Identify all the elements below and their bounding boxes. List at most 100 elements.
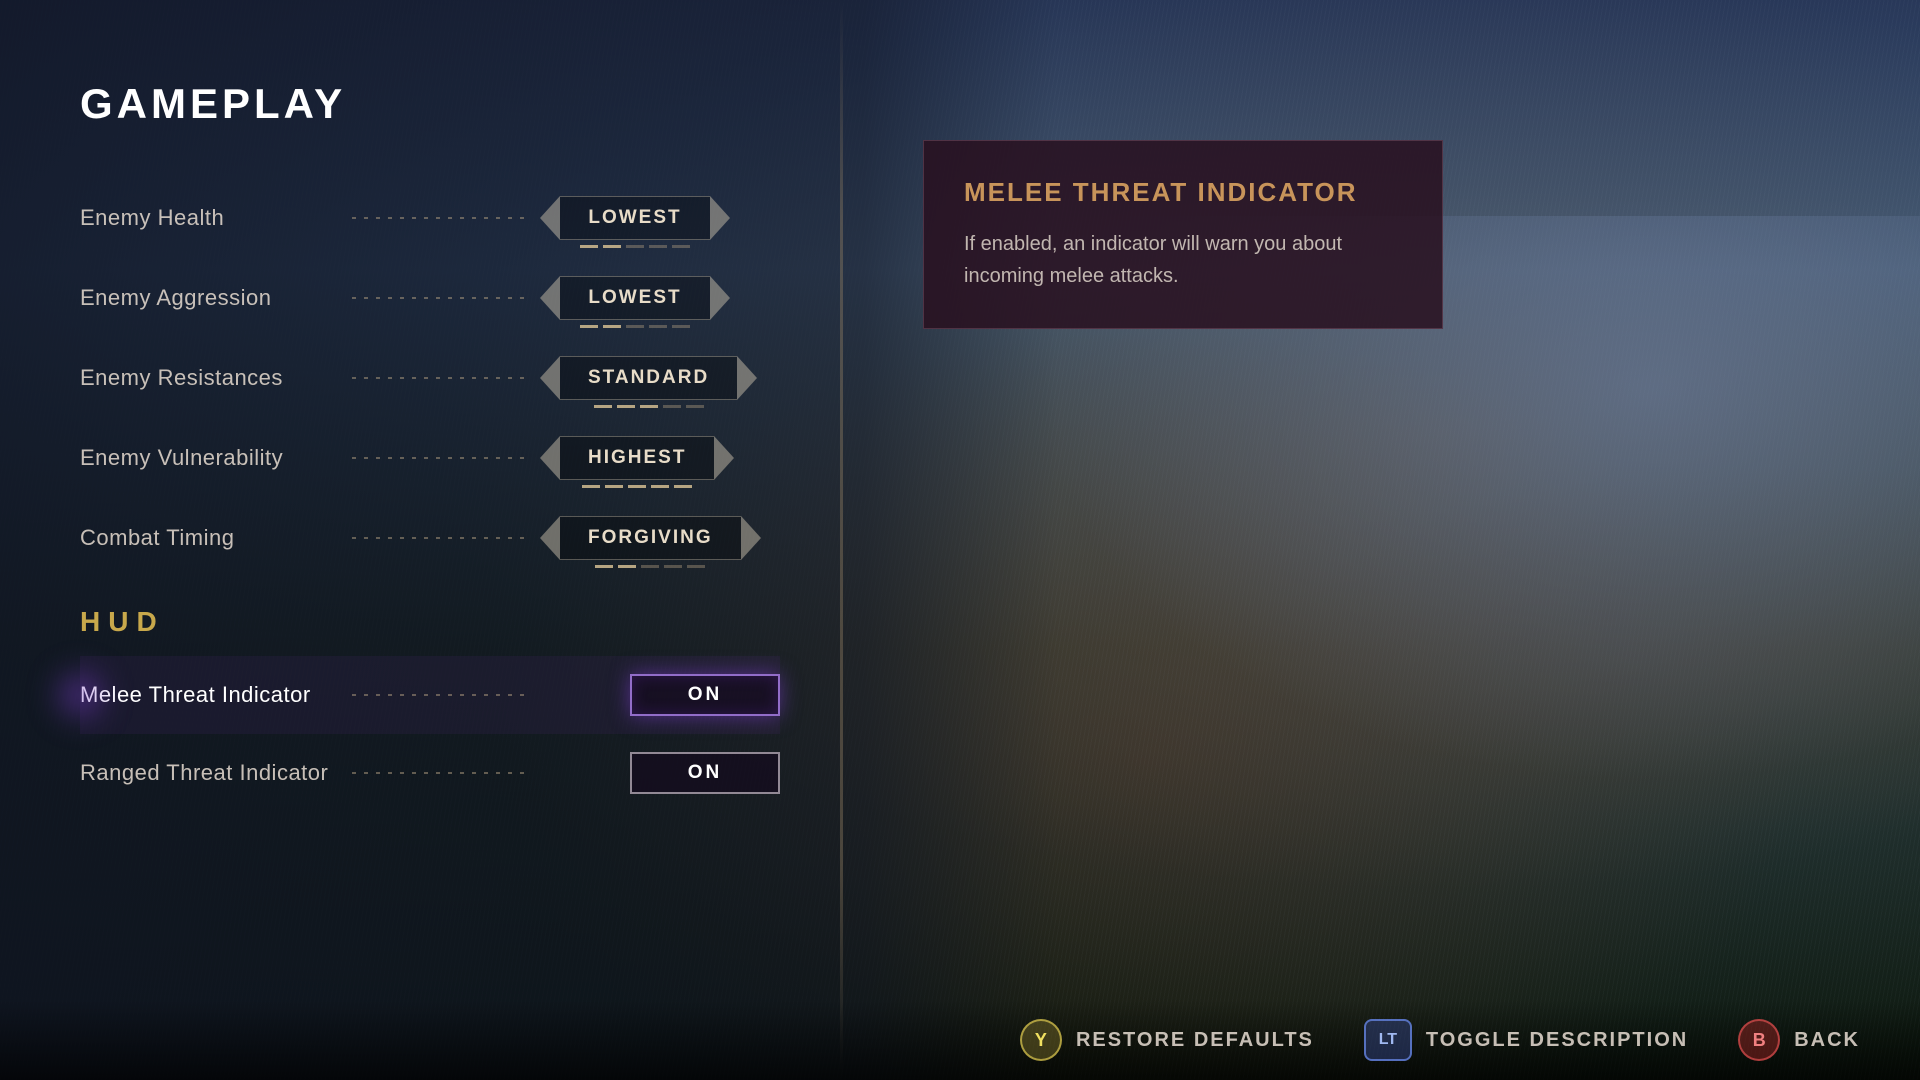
- enemy-aggression-arrow-left[interactable]: [540, 276, 560, 320]
- dots-enemy-health: [352, 217, 528, 219]
- dot: [580, 245, 598, 248]
- enemy-health-wrapper: LOWEST: [540, 196, 730, 240]
- dot: [595, 565, 613, 568]
- enemy-vulnerability-label: Enemy Vulnerability: [80, 445, 340, 471]
- ranged-threat-toggle[interactable]: ON: [630, 752, 780, 794]
- dot: [663, 405, 681, 408]
- dots-enemy-vulnerability: [352, 457, 528, 459]
- dots-enemy-resistances: [352, 377, 528, 379]
- back-label: BACK: [1794, 1029, 1860, 1052]
- enemy-resistances-value: STANDARD: [560, 356, 737, 400]
- dot: [687, 565, 705, 568]
- description-text: If enabled, an indicator will warn you a…: [964, 228, 1402, 292]
- setting-row-enemy-aggression[interactable]: Enemy Aggression LOWEST: [80, 258, 780, 338]
- right-panel: MELEE THREAT INDICATOR If enabled, an in…: [843, 0, 1920, 1080]
- enemy-health-arrow-left[interactable]: [540, 196, 560, 240]
- dot: [603, 325, 621, 328]
- main-layout: GAMEPLAY Enemy Health LOWEST: [0, 0, 1920, 1080]
- y-button-icon: Y: [1020, 1019, 1062, 1061]
- dot: [628, 485, 646, 488]
- settings-list: Enemy Health LOWEST: [80, 178, 780, 980]
- enemy-resistances-arrow-left[interactable]: [540, 356, 560, 400]
- enemy-health-value: LOWEST: [560, 196, 710, 240]
- back-action[interactable]: B BACK: [1738, 1019, 1860, 1061]
- setting-row-ranged-threat[interactable]: Ranged Threat Indicator ON: [80, 734, 780, 812]
- toggle-description-label: TOGGLE DESCRIPTION: [1426, 1029, 1688, 1052]
- melee-threat-toggle-wrapper[interactable]: ON: [540, 674, 780, 716]
- dot: [640, 405, 658, 408]
- dots-ranged-threat: [352, 772, 528, 774]
- dot: [603, 245, 621, 248]
- enemy-vulnerability-arrow-left[interactable]: [540, 436, 560, 480]
- dot: [664, 565, 682, 568]
- description-card: MELEE THREAT INDICATOR If enabled, an in…: [923, 140, 1443, 329]
- ranged-threat-toggle-wrapper[interactable]: ON: [540, 752, 780, 794]
- enemy-aggression-value: LOWEST: [560, 276, 710, 320]
- dot: [626, 325, 644, 328]
- combat-timing-label: Combat Timing: [80, 525, 340, 551]
- hud-section-header: HUD: [80, 578, 780, 656]
- dot: [594, 405, 612, 408]
- setting-row-combat-timing[interactable]: Combat Timing FORGIVING: [80, 498, 780, 578]
- dot: [626, 245, 644, 248]
- dot: [649, 245, 667, 248]
- enemy-health-label: Enemy Health: [80, 205, 340, 231]
- ranged-threat-label: Ranged Threat Indicator: [80, 760, 340, 786]
- melee-threat-label: Melee Threat Indicator: [80, 682, 340, 708]
- combat-timing-arrow-right[interactable]: [741, 516, 761, 560]
- dots-enemy-aggression: [352, 297, 528, 299]
- active-glow-aura: [50, 665, 110, 725]
- b-button-icon: B: [1738, 1019, 1780, 1061]
- lt-button-icon: LT: [1364, 1019, 1412, 1061]
- enemy-health-control[interactable]: LOWEST: [540, 196, 780, 240]
- dot: [672, 245, 690, 248]
- enemy-resistances-control[interactable]: STANDARD: [540, 356, 780, 400]
- enemy-aggression-arrow-right[interactable]: [710, 276, 730, 320]
- combat-timing-control[interactable]: FORGIVING: [540, 516, 780, 560]
- enemy-aggression-indicators: [580, 325, 690, 328]
- bottom-bar: Y RESTORE DEFAULTS LT TOGGLE DESCRIPTION…: [0, 1000, 1920, 1080]
- dot: [672, 325, 690, 328]
- dot: [580, 325, 598, 328]
- left-panel: GAMEPLAY Enemy Health LOWEST: [0, 0, 840, 1080]
- restore-defaults-label: RESTORE DEFAULTS: [1076, 1029, 1314, 1052]
- enemy-vulnerability-control[interactable]: HIGHEST: [540, 436, 780, 480]
- setting-row-melee-threat[interactable]: Melee Threat Indicator ON: [80, 656, 780, 734]
- dot: [618, 565, 636, 568]
- dot: [674, 485, 692, 488]
- dot: [649, 325, 667, 328]
- dot: [641, 565, 659, 568]
- dot: [686, 405, 704, 408]
- setting-row-enemy-health[interactable]: Enemy Health LOWEST: [80, 178, 780, 258]
- combat-timing-indicators: [595, 565, 705, 568]
- enemy-resistances-indicators: [594, 405, 704, 408]
- restore-defaults-action[interactable]: Y RESTORE DEFAULTS: [1020, 1019, 1314, 1061]
- dot: [582, 485, 600, 488]
- enemy-vulnerability-arrow-right[interactable]: [714, 436, 734, 480]
- enemy-health-arrow-right[interactable]: [710, 196, 730, 240]
- description-title: MELEE THREAT INDICATOR: [964, 177, 1402, 208]
- toggle-description-action[interactable]: LT TOGGLE DESCRIPTION: [1364, 1019, 1688, 1061]
- enemy-vulnerability-value: HIGHEST: [560, 436, 714, 480]
- dots-combat-timing: [352, 537, 528, 539]
- enemy-resistances-arrow-right[interactable]: [737, 356, 757, 400]
- dots-melee-threat: [352, 694, 528, 696]
- page-title: GAMEPLAY: [80, 80, 780, 128]
- setting-row-enemy-vulnerability[interactable]: Enemy Vulnerability HIGHEST: [80, 418, 780, 498]
- enemy-health-indicators: [580, 245, 690, 248]
- setting-row-enemy-resistances[interactable]: Enemy Resistances STANDARD: [80, 338, 780, 418]
- dot: [651, 485, 669, 488]
- enemy-aggression-control[interactable]: LOWEST: [540, 276, 780, 320]
- combat-timing-wrapper: FORGIVING: [540, 516, 761, 560]
- dot: [617, 405, 635, 408]
- enemy-vulnerability-wrapper: HIGHEST: [540, 436, 734, 480]
- combat-timing-arrow-left[interactable]: [540, 516, 560, 560]
- enemy-resistances-label: Enemy Resistances: [80, 365, 340, 391]
- dot: [605, 485, 623, 488]
- enemy-aggression-wrapper: LOWEST: [540, 276, 730, 320]
- enemy-vulnerability-indicators: [582, 485, 692, 488]
- combat-timing-value: FORGIVING: [560, 516, 741, 560]
- enemy-aggression-label: Enemy Aggression: [80, 285, 340, 311]
- enemy-resistances-wrapper: STANDARD: [540, 356, 757, 400]
- melee-threat-toggle[interactable]: ON: [630, 674, 780, 716]
